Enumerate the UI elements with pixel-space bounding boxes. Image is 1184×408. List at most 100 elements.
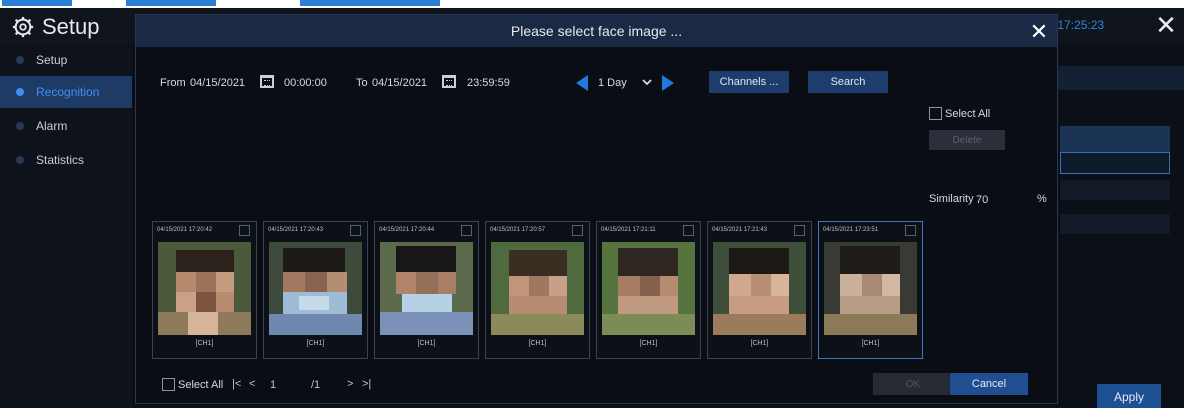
face-card-checkbox[interactable] xyxy=(683,225,694,236)
cropped-heading-fragment xyxy=(2,0,72,6)
time-range-select[interactable]: 1 Day xyxy=(598,77,627,89)
face-card-checkbox[interactable] xyxy=(572,225,583,236)
from-date-field[interactable]: 04/15/2021 xyxy=(190,77,245,89)
calendar-icon[interactable] xyxy=(442,75,456,88)
face-card[interactable]: 04/15/2021 17:23:51 [CH1] xyxy=(818,221,923,359)
similarity-input[interactable] xyxy=(976,191,1016,209)
chevron-down-icon[interactable] xyxy=(642,79,652,86)
face-card-channel: [CH1] xyxy=(528,340,547,347)
sidebar-item-alarm[interactable]: Alarm xyxy=(0,110,132,142)
sidebar-item-statistics[interactable]: Statistics xyxy=(0,144,132,176)
sidebar-item-label: Setup xyxy=(36,53,68,67)
previous-page-icon[interactable]: < xyxy=(249,378,255,390)
app-title: Setup xyxy=(42,14,100,39)
nav-bullet-icon xyxy=(16,122,24,130)
sidebar: Setup Recognition Alarm Statistics xyxy=(0,44,132,408)
to-date-field[interactable]: 04/15/2021 xyxy=(372,77,427,89)
page-total: /1 xyxy=(311,379,321,391)
face-card-channel: [CH1] xyxy=(306,340,325,347)
face-select-dialog: Please select face image ... ✕ From 04/1… xyxy=(135,14,1058,404)
face-card-time: 04/15/2021 17:20:57 xyxy=(490,227,546,233)
delete-button: Delete xyxy=(929,130,1005,150)
face-card-channel: [CH1] xyxy=(417,340,436,347)
nav-bullet-icon xyxy=(16,156,24,164)
face-card-time: 04/15/2021 17:21:43 xyxy=(712,227,768,233)
background-panel-block xyxy=(1060,126,1170,152)
nav-bullet-icon xyxy=(16,88,24,96)
face-card-channel: [CH1] xyxy=(639,340,658,347)
calendar-icon[interactable] xyxy=(260,75,274,88)
face-card-checkbox[interactable] xyxy=(794,225,805,236)
search-button[interactable]: Search xyxy=(808,71,888,93)
face-card[interactable]: 04/15/2021 17:20:43 [CH1] xyxy=(263,221,368,359)
channels-button[interactable]: Channels ... xyxy=(709,71,789,93)
face-card-time: 04/15/2021 17:20:43 xyxy=(268,227,324,233)
app-close-icon[interactable]: ✕ xyxy=(1152,10,1180,41)
background-input-field xyxy=(1060,152,1170,174)
cropped-heading xyxy=(0,0,520,8)
face-card-time: 04/15/2021 17:20:44 xyxy=(379,227,435,233)
face-thumbnail xyxy=(380,242,473,335)
pixelated-face-image xyxy=(713,242,806,335)
select-all-top-checkbox[interactable] xyxy=(929,107,942,120)
pixelated-face-image xyxy=(380,242,473,335)
from-time-field[interactable]: 00:00:00 xyxy=(284,77,327,89)
apply-button[interactable]: Apply xyxy=(1097,384,1161,408)
next-page-icon[interactable]: > xyxy=(347,378,353,390)
face-thumbnail xyxy=(269,242,362,335)
next-day-arrow-icon[interactable] xyxy=(662,75,674,91)
face-card-checkbox[interactable] xyxy=(905,225,916,236)
pixelated-face-image xyxy=(824,242,917,335)
similarity-label: Similarity xyxy=(929,193,974,205)
face-thumbnail xyxy=(602,242,695,335)
last-page-icon[interactable]: >| xyxy=(362,378,371,390)
to-time-field[interactable]: 23:59:59 xyxy=(467,77,510,89)
pixelated-face-image xyxy=(269,242,362,335)
pixelated-face-image xyxy=(602,242,695,335)
face-card-time: 04/15/2021 17:20:42 xyxy=(157,227,213,233)
page-number-input[interactable]: 1 xyxy=(270,379,276,391)
face-thumbnail xyxy=(491,242,584,335)
sidebar-item-label: Statistics xyxy=(36,153,85,167)
face-card[interactable]: 04/15/2021 17:21:43 [CH1] xyxy=(707,221,812,359)
face-thumbnail xyxy=(824,242,917,335)
face-card-checkbox[interactable] xyxy=(461,225,472,236)
face-card-channel: [CH1] xyxy=(750,340,769,347)
sidebar-item-setup[interactable]: Setup xyxy=(0,44,132,76)
pixelated-face-image xyxy=(491,242,584,335)
face-thumbnail xyxy=(158,242,251,335)
sidebar-item-label: Recognition xyxy=(36,85,100,99)
background-row xyxy=(1060,214,1170,234)
sidebar-item-label: Alarm xyxy=(36,119,68,133)
face-card-checkbox[interactable] xyxy=(239,225,250,236)
select-all-bottom-label: Select All xyxy=(178,379,224,391)
dialog-title-bar: Please select face image ... ✕ xyxy=(136,15,1057,47)
settings-gear-icon xyxy=(12,16,34,38)
background-tab-strip xyxy=(1056,66,1184,90)
sidebar-item-recognition[interactable]: Recognition xyxy=(0,76,132,108)
face-card[interactable]: 04/15/2021 17:20:44 [CH1] xyxy=(374,221,479,359)
similarity-unit: % xyxy=(1037,193,1047,205)
dialog-close-icon[interactable]: ✕ xyxy=(1027,19,1051,45)
pixelated-face-image xyxy=(158,242,251,335)
face-card-time: 04/15/2021 17:21:11 xyxy=(601,227,656,233)
face-thumbnail xyxy=(713,242,806,335)
from-label: From xyxy=(160,77,186,89)
face-card-time: 04/15/2021 17:23:51 xyxy=(823,227,879,233)
cropped-heading-fragment xyxy=(126,0,216,6)
dialog-title: Please select face image ... xyxy=(510,23,683,39)
previous-day-arrow-icon[interactable] xyxy=(576,75,588,91)
face-card[interactable]: 04/15/2021 17:20:42 [CH1] xyxy=(152,221,257,359)
face-card[interactable]: 04/15/2021 17:21:11 [CH1] xyxy=(596,221,701,359)
face-card-checkbox[interactable] xyxy=(350,225,361,236)
background-row xyxy=(1060,180,1170,200)
face-card-channel: [CH1] xyxy=(195,340,214,347)
face-card-channel: [CH1] xyxy=(861,340,880,347)
to-label: To xyxy=(356,77,368,89)
ok-button: OK xyxy=(873,373,953,395)
select-all-bottom-checkbox[interactable] xyxy=(162,378,175,391)
face-card[interactable]: 04/15/2021 17:20:57 [CH1] xyxy=(485,221,590,359)
nav-bullet-icon xyxy=(16,56,24,64)
cancel-button[interactable]: Cancel xyxy=(950,373,1028,395)
first-page-icon[interactable]: |< xyxy=(232,378,241,390)
